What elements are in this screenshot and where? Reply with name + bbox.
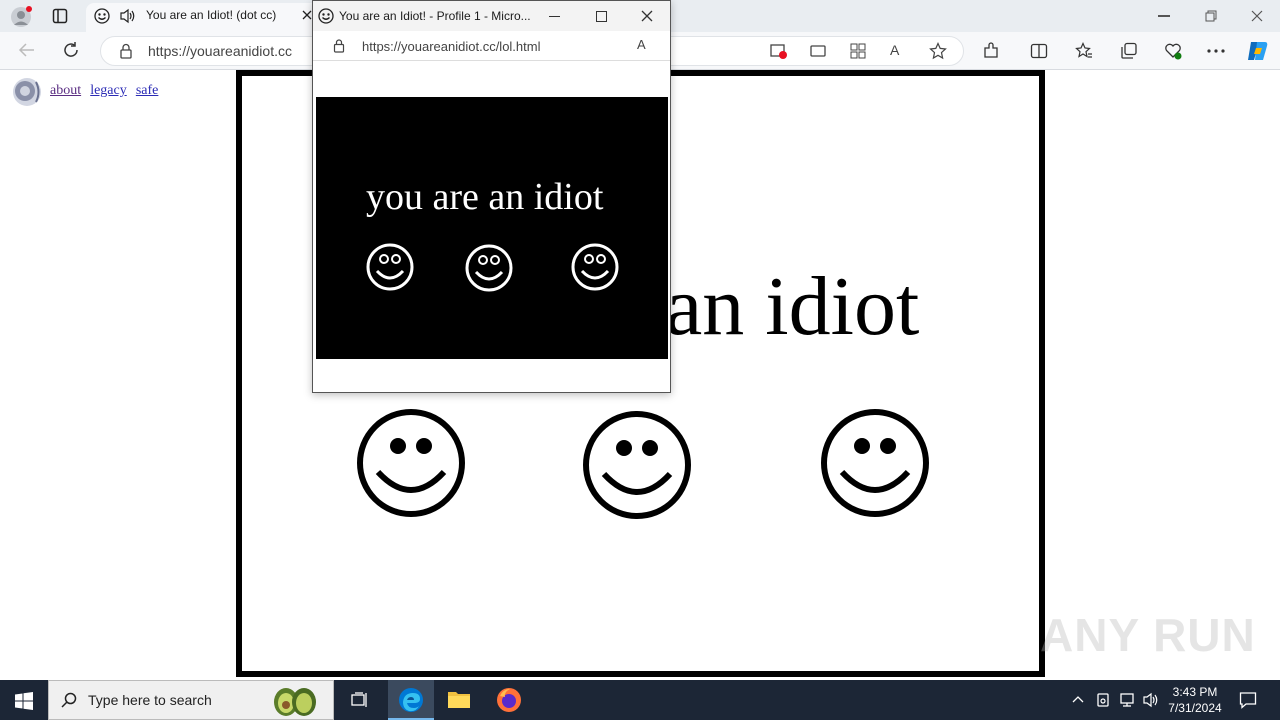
clock-date: 7/31/2024 — [1168, 701, 1222, 715]
popup-title: You are an Idiot! - Profile 1 - Micro... — [339, 9, 531, 23]
popup-address-bar[interactable]: https://youareanidiot.cc/lol.html A — [313, 31, 670, 61]
about-link[interactable]: about — [50, 83, 81, 98]
lock-icon[interactable] — [333, 38, 345, 53]
refresh-icon[interactable] — [62, 41, 80, 59]
safe-link[interactable]: safe — [136, 83, 159, 98]
speaker-icon[interactable] — [10, 76, 44, 108]
tab-actions-icon[interactable] — [52, 8, 68, 24]
immersive-reader-icon[interactable] — [810, 44, 826, 58]
back-icon[interactable] — [18, 42, 36, 58]
smiley-favicon-icon — [94, 8, 110, 24]
profile-avatar[interactable] — [10, 6, 32, 28]
page-heading: an idiot — [665, 260, 920, 353]
collections-icon[interactable] — [1120, 42, 1138, 60]
favorite-star-icon[interactable] — [929, 42, 947, 60]
tab-close-icon[interactable] — [302, 10, 312, 20]
extensions-icon[interactable] — [982, 42, 1000, 60]
popup-titlebar[interactable]: You are an Idiot! - Profile 1 - Micro... — [313, 1, 670, 31]
clock-time: 3:43 PM — [1172, 685, 1218, 699]
app-available-icon[interactable] — [770, 43, 788, 59]
copilot-icon[interactable] — [1246, 40, 1270, 62]
notifications-icon[interactable] — [1239, 691, 1257, 709]
anyrun-watermark: ANY RUN — [1040, 609, 1256, 661]
smiley-icon — [356, 408, 466, 518]
windows-start-icon[interactable] — [15, 692, 33, 710]
popup-message: you are an idiot — [366, 176, 604, 218]
popup-window[interactable]: You are an Idiot! - Profile 1 - Micro...… — [312, 0, 671, 393]
smiley-icon — [366, 243, 414, 291]
network-icon[interactable] — [1118, 692, 1136, 708]
smiley-icon — [465, 244, 513, 292]
smiley-icon — [582, 410, 692, 520]
url-text[interactable]: https://youareanidiot.cc — [148, 43, 292, 59]
tab-title: You are an Idiot! (dot cc) — [146, 8, 277, 22]
favorites-icon[interactable] — [1075, 42, 1093, 60]
device-icon[interactable] — [1096, 692, 1110, 708]
minimize-icon[interactable] — [1158, 15, 1170, 17]
popup-maximize-icon[interactable] — [596, 11, 607, 22]
read-aloud-icon[interactable]: A — [637, 37, 646, 52]
popup-content: you are an idiot — [316, 97, 668, 359]
close-window-icon[interactable] — [1251, 10, 1263, 22]
apps-icon[interactable] — [850, 43, 866, 59]
speaker-tab-icon[interactable] — [119, 8, 137, 24]
smiley-icon — [571, 243, 619, 291]
search-placeholder[interactable]: Type here to search — [88, 692, 212, 708]
file-explorer-icon[interactable] — [447, 689, 471, 709]
more-options-icon[interactable] — [1207, 49, 1225, 53]
firefox-icon[interactable] — [496, 687, 522, 713]
avocado-icon — [270, 682, 320, 718]
lock-icon[interactable] — [119, 43, 133, 59]
nav-links: about legacy safe — [50, 79, 162, 99]
popup-minimize-icon[interactable] — [549, 16, 560, 17]
popup-url-text[interactable]: https://youareanidiot.cc/lol.html — [362, 39, 540, 54]
read-aloud-icon[interactable]: A — [890, 42, 908, 60]
edge-icon — [398, 687, 424, 713]
volume-icon[interactable] — [1142, 692, 1160, 708]
taskbar-clock[interactable]: 3:43 PM 7/31/2024 — [1160, 684, 1230, 716]
browser-essentials-icon[interactable] — [1164, 42, 1182, 60]
popup-close-icon[interactable] — [641, 10, 653, 22]
smiley-favicon-icon — [318, 8, 334, 24]
chevron-up-icon[interactable] — [1072, 694, 1084, 704]
search-icon — [61, 692, 77, 708]
restore-icon[interactable] — [1205, 10, 1217, 22]
legacy-link[interactable]: legacy — [90, 83, 127, 98]
split-screen-icon[interactable] — [1030, 42, 1048, 60]
task-view-icon[interactable] — [350, 690, 370, 710]
smiley-icon — [820, 408, 930, 518]
